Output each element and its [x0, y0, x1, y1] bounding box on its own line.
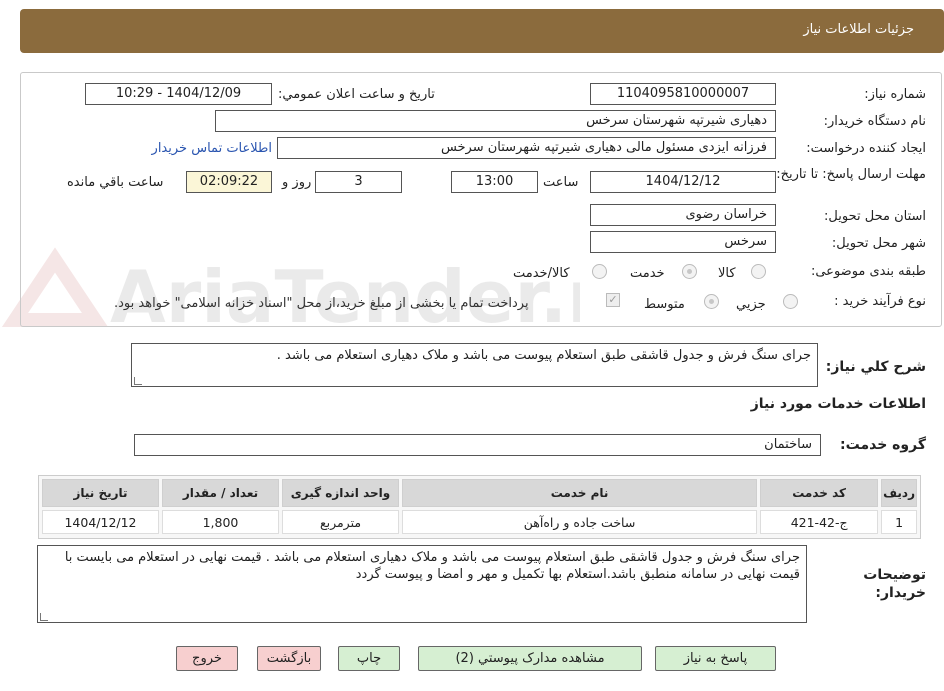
province-field: خراسان رضوی [590, 204, 776, 226]
print-button[interactable]: چاپ [338, 646, 400, 671]
back-button[interactable]: بازگشت [257, 646, 321, 671]
province-label: استان محل تحویل: [824, 209, 926, 224]
attachments-button[interactable]: مشاهده مدارک پيوستي (2) [418, 646, 642, 671]
category-service-label: خدمت [630, 266, 665, 281]
col-qty-header: تعداد / مقدار [162, 479, 279, 507]
col-unit-header: واحد اندازه گیری [282, 479, 399, 507]
table-row: 1 ج-42-421 ساخت جاده و راه‌آهن مترمربع 1… [42, 510, 917, 534]
buyer-org-label: نام دستگاه خريدار: [823, 114, 926, 129]
cell-code: ج-42-421 [760, 510, 879, 534]
remaining-time-field: 02:09:22 [186, 171, 272, 193]
category-both-radio[interactable] [592, 264, 607, 279]
category-both-label: کالا/خدمت [513, 266, 570, 281]
col-code-header: کد خدمت [760, 479, 879, 507]
description-text: جرای سنگ فرش و جدول قاشقی طبق استعلام پی… [276, 348, 811, 363]
category-service-radio[interactable] [682, 264, 697, 279]
payment-note: پرداخت تمام یا بخشی از مبلغ خرید،از محل … [114, 296, 529, 311]
deadline-date-field: 1404/12/12 [590, 171, 776, 193]
service-group-label: گروه خدمت: [840, 437, 926, 453]
process-minor-radio[interactable] [783, 294, 798, 309]
requester-label: ايجاد کننده درخواست: [806, 141, 926, 156]
service-group-field: ساختمان [134, 434, 821, 456]
cell-unit: مترمربع [282, 510, 399, 534]
process-label: نوع فرآیند خرید : [834, 294, 926, 309]
buyer-contact-link[interactable]: اطلاعات تماس خريدار [152, 141, 272, 156]
need-number-label: شماره نياز: [864, 87, 926, 102]
services-table: رديف کد خدمت نام خدمت واحد اندازه گیری ت… [38, 475, 921, 539]
deadline-time-field: 13:00 [451, 171, 538, 193]
announce-label: تاريخ و ساعت اعلان عمومي: [278, 87, 435, 102]
cell-row: 1 [881, 510, 917, 534]
page-title: جزئيات اطلاعات نياز [803, 22, 914, 37]
days-field: 3 [315, 171, 402, 193]
process-medium-radio[interactable] [704, 294, 719, 309]
buyer-notes-text: جرای سنگ فرش و جدول قاشقی طبق استعلام پی… [64, 550, 800, 582]
services-section-title: اطلاعات خدمات مورد نياز [750, 396, 926, 412]
category-goods-label: کالا [718, 266, 736, 281]
buyer-notes-field: جرای سنگ فرش و جدول قاشقی طبق استعلام پی… [37, 545, 807, 623]
payment-checkbox[interactable]: ✓ [606, 293, 620, 307]
description-label: شرح کلي نياز: [825, 359, 926, 375]
buyer-org-field: دهیاری شیرتپه شهرستان سرخس [215, 110, 776, 132]
exit-button[interactable]: خروج [176, 646, 238, 671]
announce-datetime-field: 1404/12/09 - 10:29 [85, 83, 272, 105]
col-row-header: رديف [881, 479, 917, 507]
deadline-time-label: ساعت [543, 175, 579, 190]
cell-date: 1404/12/12 [42, 510, 159, 534]
category-goods-radio[interactable] [751, 264, 766, 279]
table-header-row: رديف کد خدمت نام خدمت واحد اندازه گیری ت… [42, 479, 917, 507]
resize-grip-icon[interactable] [134, 377, 142, 385]
process-medium-label: متوسط [644, 297, 685, 312]
city-field: سرخس [590, 231, 776, 253]
remaining-label: ساعت باقي مانده [67, 175, 164, 190]
buyer-notes-label: توضيحات خريدار: [863, 567, 926, 601]
cell-name: ساخت جاده و راه‌آهن [402, 510, 758, 534]
need-number-field: 1104095810000007 [590, 83, 776, 105]
city-label: شهر محل تحویل: [831, 236, 926, 251]
process-minor-label: جزيي [736, 297, 766, 312]
description-field: جرای سنگ فرش و جدول قاشقی طبق استعلام پی… [131, 343, 818, 387]
col-date-header: تاريخ نياز [42, 479, 159, 507]
requester-field: فرزانه ایزدی مسئول مالی دهیاری شیرتپه شه… [277, 137, 776, 159]
reply-button[interactable]: پاسخ به نياز [655, 646, 776, 671]
cell-qty: 1,800 [162, 510, 279, 534]
deadline-label: مهلت ارسال پاسخ: تا تاريخ: [776, 167, 926, 182]
resize-grip-icon[interactable] [40, 613, 48, 621]
col-name-header: نام خدمت [402, 479, 758, 507]
days-label: روز و [282, 175, 312, 190]
page-header: جزئيات اطلاعات نياز [20, 9, 944, 53]
category-label: طبقه بندی موضوعی: [810, 264, 926, 279]
